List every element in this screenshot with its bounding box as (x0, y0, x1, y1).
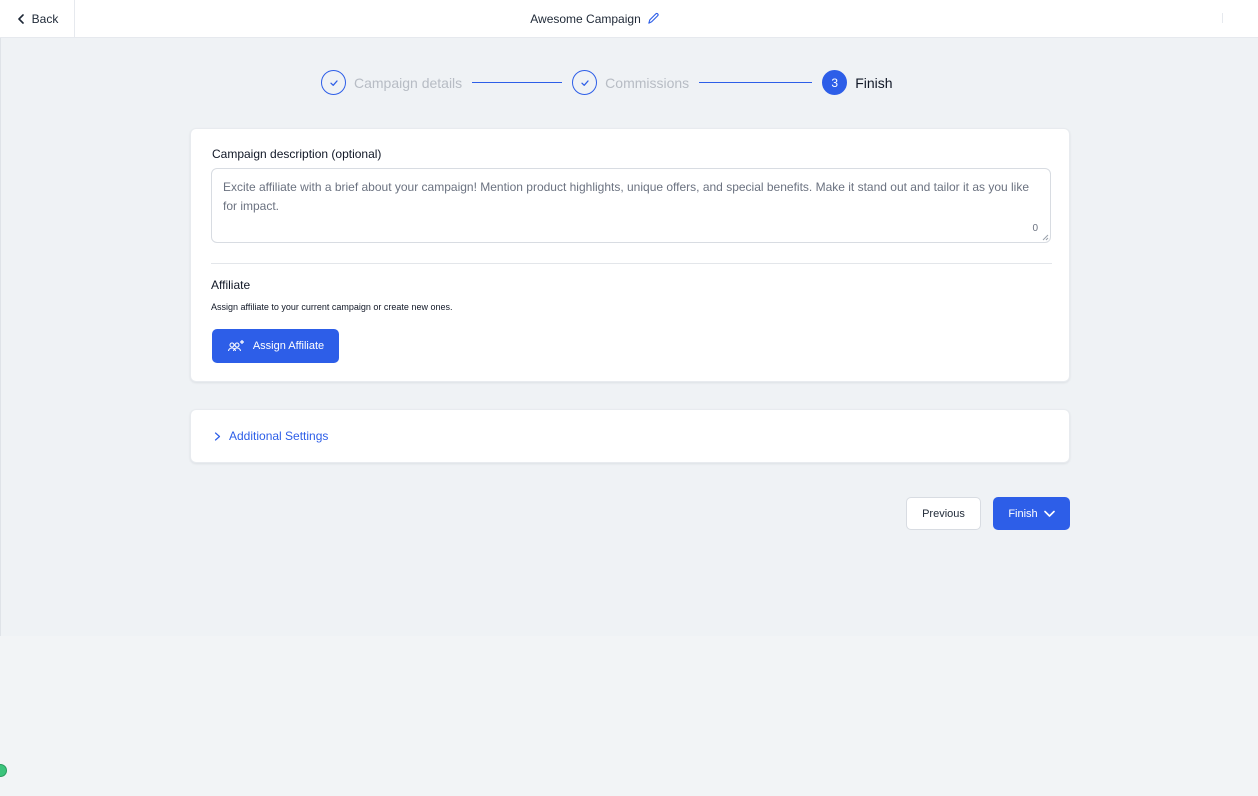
additional-settings-card: Additional Settings (190, 409, 1070, 463)
chevron-right-icon (214, 431, 221, 441)
additional-settings-toggle[interactable]: Additional Settings (214, 429, 328, 443)
lower-background-band (0, 636, 1258, 796)
top-bar: Back Awesome Campaign (0, 0, 1258, 38)
chevron-down-icon (1043, 510, 1055, 517)
description-placeholder: Excite affiliate with a brief about your… (223, 180, 1030, 213)
campaign-title-area: Awesome Campaign (0, 0, 1190, 37)
step-commissions[interactable]: Commissions (572, 70, 689, 95)
step-label: Finish (855, 74, 893, 91)
finish-label: Finish (1008, 507, 1038, 520)
pencil-icon[interactable] (647, 12, 660, 25)
step-complete-check (572, 70, 598, 95)
previous-button[interactable]: Previous (906, 497, 981, 530)
check-icon (581, 79, 589, 86)
affiliate-section-subtitle: Assign affiliate to your current campaig… (211, 302, 453, 312)
assign-affiliate-label: Assign Affiliate (252, 340, 325, 352)
step-label: Commissions (605, 74, 690, 91)
step-complete-check (321, 70, 346, 95)
progress-stepper: Campaign details Commissions 3 Finish (321, 70, 893, 95)
step-finish[interactable]: 3 Finish (822, 70, 893, 95)
additional-settings-label: Additional Settings (229, 429, 329, 443)
check-icon (329, 79, 338, 86)
campaign-finish-card: Campaign description (optional) Excite a… (190, 128, 1070, 382)
step-connector (699, 82, 813, 83)
step-campaign-details[interactable]: Campaign details (321, 70, 462, 95)
step-number: 3 (822, 70, 848, 95)
add-users-icon (227, 340, 244, 352)
affiliate-section-title: Affiliate (211, 278, 251, 292)
step-connector (472, 82, 563, 83)
section-divider (211, 263, 1052, 264)
campaign-title: Awesome Campaign (530, 11, 641, 26)
top-divider (1222, 13, 1223, 23)
description-label: Campaign description (optional) (212, 147, 382, 161)
finish-button[interactable]: Finish (993, 497, 1070, 530)
assign-affiliate-button[interactable]: Assign Affiliate (212, 329, 339, 363)
character-count: 0 (1032, 223, 1038, 234)
step-label: Campaign details (354, 74, 463, 91)
resize-handle-icon[interactable] (1041, 233, 1049, 241)
description-textarea[interactable]: Excite affiliate with a brief about your… (211, 168, 1051, 243)
